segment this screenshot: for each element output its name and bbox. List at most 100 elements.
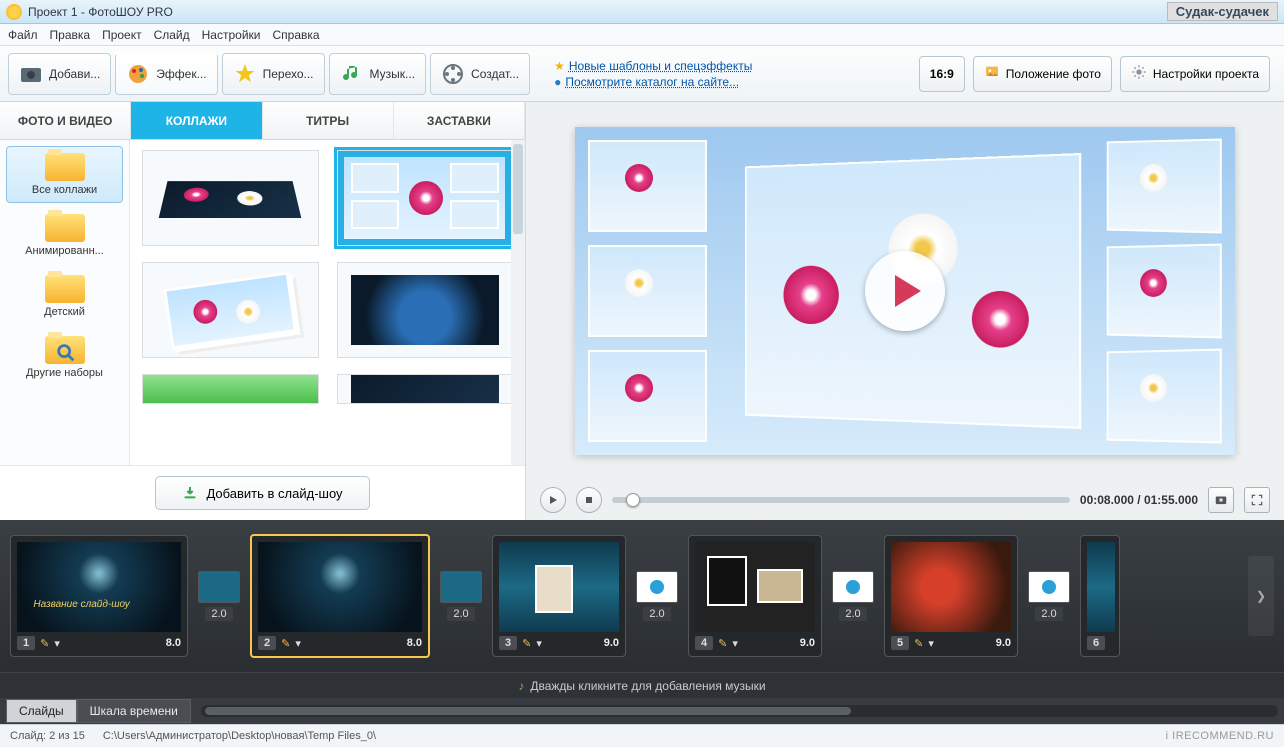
- play-button[interactable]: [540, 487, 566, 513]
- fullscreen-button[interactable]: [1244, 487, 1270, 513]
- music-button[interactable]: Музык...: [329, 53, 427, 95]
- slide-number: 2: [258, 636, 276, 650]
- music-hint-label: Дважды кликните для добавления музыки: [530, 679, 765, 693]
- slide-number: 5: [891, 636, 909, 650]
- tab-photo-video[interactable]: ФОТО И ВИДЕО: [0, 102, 131, 139]
- timeline-slide[interactable]: Название слайд-шоу 1✎▾8.0: [10, 535, 188, 657]
- template-thumb[interactable]: [142, 374, 319, 404]
- titlebar: Проект 1 - ФотоШОУ PRO Судак-судачек: [0, 0, 1284, 24]
- transition-duration: 2.0: [205, 607, 232, 621]
- dropdown-icon[interactable]: ▾: [295, 637, 301, 650]
- timeline-slide[interactable]: 5✎▾9.0: [884, 535, 1018, 657]
- music-note-icon: ♪: [518, 679, 524, 693]
- pencil-icon[interactable]: ✎: [718, 637, 727, 650]
- create-button[interactable]: Создат...: [430, 53, 530, 95]
- side-all-label: Все коллажи: [32, 184, 97, 196]
- folder-icon: [45, 275, 85, 303]
- template-thumb[interactable]: [142, 262, 319, 358]
- snapshot-button[interactable]: [1208, 487, 1234, 513]
- music-icon: [340, 62, 364, 86]
- image-icon: [984, 64, 1000, 83]
- template-thumb[interactable]: [337, 374, 514, 404]
- star-icon: [233, 62, 257, 86]
- transition[interactable]: 2.0: [440, 571, 482, 621]
- tab-splash[interactable]: ЗАСТАВКИ: [394, 102, 525, 139]
- timeline-slide[interactable]: 4✎▾9.0: [688, 535, 822, 657]
- site-watermark: i IRECOMMEND.RU: [1166, 730, 1274, 742]
- tab-timeline-view[interactable]: Шкала времени: [77, 699, 191, 723]
- dropdown-icon[interactable]: ▾: [536, 637, 542, 650]
- slide-duration: 9.0: [604, 637, 619, 649]
- preview-canvas: [575, 127, 1235, 455]
- star-small-icon: ★: [554, 59, 565, 73]
- reel-icon: [441, 62, 465, 86]
- window-title: Проект 1 - ФотоШОУ PRO: [28, 5, 173, 19]
- stop-button[interactable]: [576, 487, 602, 513]
- template-thumb[interactable]: [142, 150, 319, 246]
- project-settings-button[interactable]: Настройки проекта: [1120, 56, 1270, 92]
- transition[interactable]: 2.0: [198, 571, 240, 621]
- library-body: Все коллажи Анимированн... Детский Други…: [0, 140, 525, 465]
- menu-slide[interactable]: Слайд: [154, 28, 190, 42]
- watermark-badge: Судак-судачек: [1167, 2, 1278, 21]
- dropdown-icon[interactable]: ▾: [732, 637, 738, 650]
- dropdown-icon[interactable]: ▾: [928, 637, 934, 650]
- pencil-icon[interactable]: ✎: [522, 637, 531, 650]
- transition-duration: 2.0: [1035, 607, 1062, 621]
- menu-edit[interactable]: Правка: [50, 28, 91, 42]
- dropdown-icon[interactable]: ▾: [54, 637, 60, 650]
- aspect-button[interactable]: 16:9: [919, 56, 965, 92]
- add-button[interactable]: Добави...: [8, 53, 111, 95]
- timeline-slide[interactable]: 3✎▾9.0: [492, 535, 626, 657]
- template-thumb[interactable]: [337, 262, 514, 358]
- folder-icon: [45, 153, 85, 181]
- side-animated[interactable]: Анимированн...: [6, 207, 123, 264]
- status-path: C:\Users\Администратор\Desktop\новая\Tem…: [103, 730, 376, 742]
- status-slide-count: Слайд: 2 из 15: [10, 730, 85, 742]
- menu-project[interactable]: Проект: [102, 28, 142, 42]
- tab-slides-view[interactable]: Слайды: [6, 699, 77, 723]
- tab-collages[interactable]: КОЛЛАЖИ: [131, 102, 262, 139]
- add-to-slideshow-button[interactable]: Добавить в слайд-шоу: [155, 476, 369, 510]
- seek-track[interactable]: [612, 497, 1070, 503]
- slide-duration: 9.0: [800, 637, 815, 649]
- photo-position-label: Положение фото: [1006, 67, 1101, 81]
- slide-number: 1: [17, 636, 35, 650]
- transition-duration: 2.0: [839, 607, 866, 621]
- music-track[interactable]: ♪ Дважды кликните для добавления музыки: [0, 672, 1284, 698]
- slide-duration: 8.0: [166, 637, 181, 649]
- side-other-label: Другие наборы: [26, 367, 103, 379]
- effects-button[interactable]: Эффек...: [115, 53, 217, 95]
- side-kids[interactable]: Детский: [6, 268, 123, 325]
- pencil-icon[interactable]: ✎: [40, 637, 49, 650]
- add-label: Добави...: [49, 67, 100, 81]
- side-other[interactable]: Другие наборы: [6, 329, 123, 386]
- photo-position-button[interactable]: Положение фото: [973, 56, 1112, 92]
- menu-help[interactable]: Справка: [272, 28, 319, 42]
- menu-settings[interactable]: Настройки: [202, 28, 261, 42]
- catalog-link[interactable]: Посмотрите каталог на сайте...: [565, 75, 739, 89]
- pencil-icon[interactable]: ✎: [914, 637, 923, 650]
- timeline-next-button[interactable]: ❯: [1248, 556, 1274, 636]
- menu-file[interactable]: Файл: [8, 28, 38, 42]
- seek-handle[interactable]: [626, 493, 640, 507]
- timeline-slide[interactable]: 6: [1080, 535, 1120, 657]
- transition[interactable]: 2.0: [636, 571, 678, 621]
- time-display: 00:08.000 / 01:55.000: [1080, 493, 1198, 507]
- transitions-button[interactable]: Перехо...: [222, 53, 325, 95]
- templates-link[interactable]: Новые шаблоны и спецэффекты: [569, 59, 753, 73]
- side-all-collages[interactable]: Все коллажи: [6, 146, 123, 203]
- timeline-scrollbar[interactable]: [201, 705, 1278, 717]
- play-overlay-button[interactable]: [865, 251, 945, 331]
- project-settings-label: Настройки проекта: [1153, 67, 1259, 81]
- transition-duration: 2.0: [643, 607, 670, 621]
- tab-titles[interactable]: ТИТРЫ: [263, 102, 394, 139]
- transition[interactable]: 2.0: [1028, 571, 1070, 621]
- transition[interactable]: 2.0: [832, 571, 874, 621]
- template-thumb-selected[interactable]: [337, 150, 514, 246]
- preview-pane: 00:08.000 / 01:55.000: [526, 102, 1284, 520]
- create-label: Создат...: [471, 67, 519, 81]
- pencil-icon[interactable]: ✎: [281, 637, 290, 650]
- templates-scrollbar[interactable]: [511, 140, 525, 465]
- timeline-slide-selected[interactable]: 2✎▾8.0: [250, 534, 430, 658]
